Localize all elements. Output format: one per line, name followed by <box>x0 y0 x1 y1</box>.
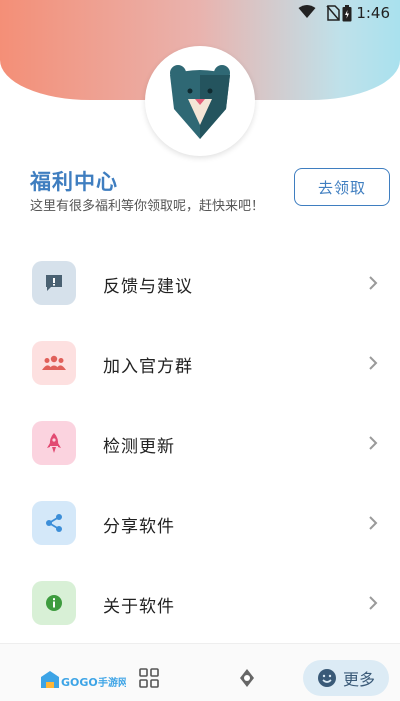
chevron-right-icon <box>369 596 378 610</box>
avatar[interactable] <box>145 46 255 156</box>
more-button[interactable]: 更多 <box>303 660 389 696</box>
feedback-icon <box>32 261 76 305</box>
menu-item-feedback[interactable]: 反馈与建议 <box>0 244 400 324</box>
menu-item-join-group[interactable]: 加入官方群 <box>0 324 400 404</box>
rocket-icon <box>32 421 76 465</box>
chevron-right-icon <box>369 436 378 450</box>
status-bar: 1:46 <box>0 0 400 26</box>
welfare-title: 福利中心 <box>30 170 118 194</box>
menu-item-share[interactable]: 分享软件 <box>0 484 400 564</box>
menu-label-feedback: 反馈与建议 <box>103 277 193 297</box>
menu-label-join-group: 加入官方群 <box>103 357 193 377</box>
svg-text:GOGO: GOGO <box>61 676 98 689</box>
site-logo: GOGO 手游网 <box>40 668 128 692</box>
more-label: 更多 <box>342 670 375 689</box>
chevron-right-icon <box>369 276 378 290</box>
bottom-nav: GOGO 手游网 更多 <box>0 643 400 701</box>
claim-button[interactable]: 去领取 <box>294 168 390 206</box>
welfare-subtitle: 这里有很多福利等你领取呢，赶快来吧！ <box>30 199 265 214</box>
menu-label-check-update: 检测更新 <box>103 437 175 457</box>
group-icon <box>32 341 76 385</box>
compass-icon[interactable] <box>237 668 257 688</box>
info-icon <box>32 581 76 625</box>
menu-label-share: 分享软件 <box>103 517 175 537</box>
grid-icon[interactable] <box>139 668 159 688</box>
smiley-icon <box>317 669 336 687</box>
battery-icon <box>342 5 352 22</box>
status-time: 1:46 <box>356 4 390 22</box>
chevron-right-icon <box>369 356 378 370</box>
no-sim-icon <box>326 5 340 21</box>
menu-label-about: 关于软件 <box>103 597 175 617</box>
bear-logo-icon <box>170 65 230 139</box>
menu-item-check-update[interactable]: 检测更新 <box>0 404 400 484</box>
chevron-right-icon <box>369 516 378 530</box>
wifi-icon <box>298 5 316 18</box>
share-icon <box>32 501 76 545</box>
menu-item-about[interactable]: 关于软件 <box>0 564 400 644</box>
svg-text:手游网: 手游网 <box>98 676 126 689</box>
